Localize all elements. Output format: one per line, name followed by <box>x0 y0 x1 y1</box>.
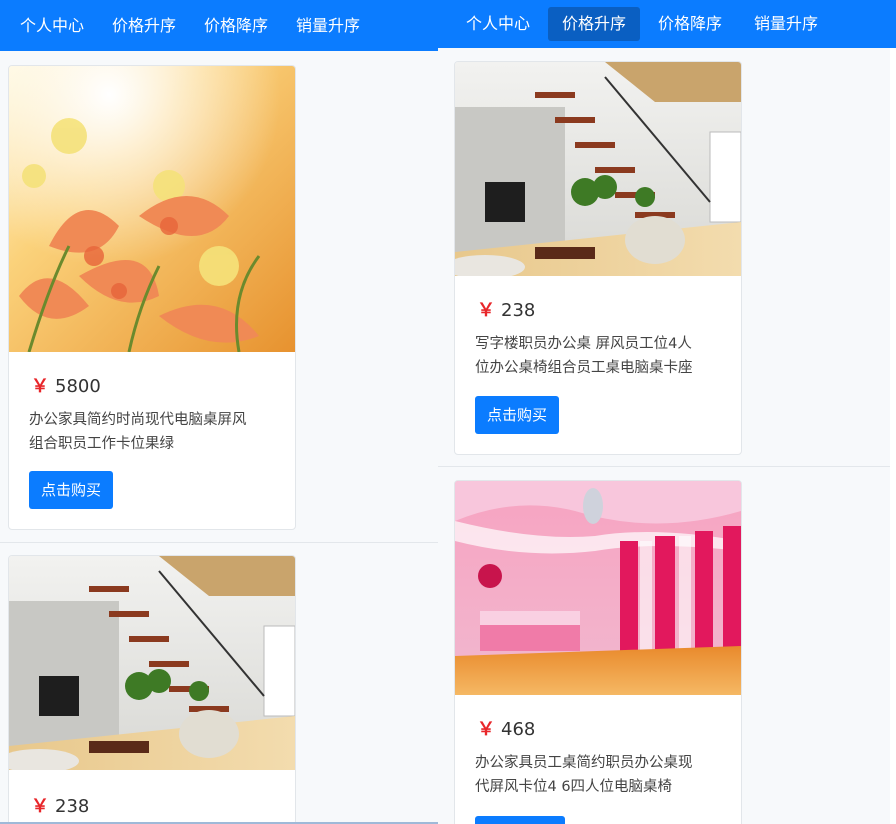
buy-button[interactable]: 点击购买 <box>475 396 560 434</box>
price-value: 5800 <box>55 376 101 397</box>
yen-symbol: ￥ <box>31 376 49 397</box>
description-line: 办公家具简约时尚现代电脑桌屏风 <box>29 412 247 428</box>
nav-personal-center[interactable]: 个人中心 <box>6 8 98 44</box>
nav-price-desc[interactable]: 价格降序 <box>190 8 282 44</box>
product-description: 办公家具员工桌简约职员办公桌现 代屏风卡位4 6四人位电脑桌椅 <box>475 751 731 799</box>
product-description: 办公家具简约时尚现代电脑桌屏风 组合职员工作卡位果绿 <box>29 408 281 456</box>
buy-button[interactable]: 点击购买 <box>29 471 114 509</box>
nav-sales-asc[interactable]: 销量升序 <box>740 7 832 41</box>
description-line: 代屏风卡位4 6四人位电脑桌椅 <box>475 779 673 795</box>
nav-price-asc-active[interactable]: 价格升序 <box>548 7 641 41</box>
description-line: 位办公桌椅组合员工桌电脑桌卡座 <box>475 360 693 376</box>
product-card: ￥ 238 写字楼职员办公桌 屏风员工位4人 位办公桌椅组合员工桌电脑桌卡座 点击… <box>454 61 742 455</box>
product-description: 写字楼职员办公桌 屏风员工位4人 位办公桌椅组合员工桌电脑桌卡座 <box>475 332 731 380</box>
product-price: ￥ 468 <box>477 715 535 741</box>
left-screen: 个人中心 价格升序 价格降序 销量升序 ￥ 5800 办公家具简约时尚现代电脑桌… <box>0 0 439 824</box>
yen-symbol: ￥ <box>477 719 495 740</box>
right-screen: 个人中心 价格升序 价格降序 销量升序 ￥ 238 写字楼职员办公桌 屏风员工位4… <box>438 0 896 824</box>
product-image-lily-flowers[interactable] <box>9 66 295 352</box>
product-price: ￥ 238 <box>477 296 535 322</box>
product-price: ￥ 5800 <box>31 372 101 398</box>
product-image-staircase-room[interactable] <box>9 556 295 770</box>
top-navbar: 个人中心 价格升序 价格降序 销量升序 <box>438 0 896 48</box>
product-card: ￥ 5800 办公家具简约时尚现代电脑桌屏风 组合职员工作卡位果绿 点击购买 <box>8 65 296 530</box>
product-card: ￥ 468 办公家具员工桌简约职员办公桌现 代屏风卡位4 6四人位电脑桌椅 <box>454 480 742 824</box>
yen-symbol: ￥ <box>31 796 49 817</box>
divider <box>0 542 438 543</box>
nav-price-desc[interactable]: 价格降序 <box>644 7 736 41</box>
nav-price-asc[interactable]: 价格升序 <box>98 8 190 44</box>
yen-symbol: ￥ <box>477 300 495 321</box>
divider <box>438 466 890 467</box>
nav-personal-center[interactable]: 个人中心 <box>452 7 544 41</box>
price-value: 468 <box>501 719 536 740</box>
product-image-pink-room[interactable] <box>455 481 741 695</box>
product-price: ￥ 238 <box>31 792 89 818</box>
price-value: 238 <box>55 796 90 817</box>
right-edge-strip <box>890 48 896 824</box>
product-card: ￥ 238 <box>8 555 296 824</box>
buy-button[interactable] <box>475 816 565 824</box>
top-navbar: 个人中心 价格升序 价格降序 销量升序 <box>0 0 438 51</box>
product-image-staircase-room[interactable] <box>455 62 741 276</box>
price-value: 238 <box>501 300 536 321</box>
nav-sales-asc[interactable]: 销量升序 <box>282 8 374 44</box>
description-line: 办公家具员工桌简约职员办公桌现 <box>475 755 693 771</box>
description-line: 写字楼职员办公桌 屏风员工位4人 <box>475 336 692 352</box>
description-line: 组合职员工作卡位果绿 <box>29 436 174 452</box>
